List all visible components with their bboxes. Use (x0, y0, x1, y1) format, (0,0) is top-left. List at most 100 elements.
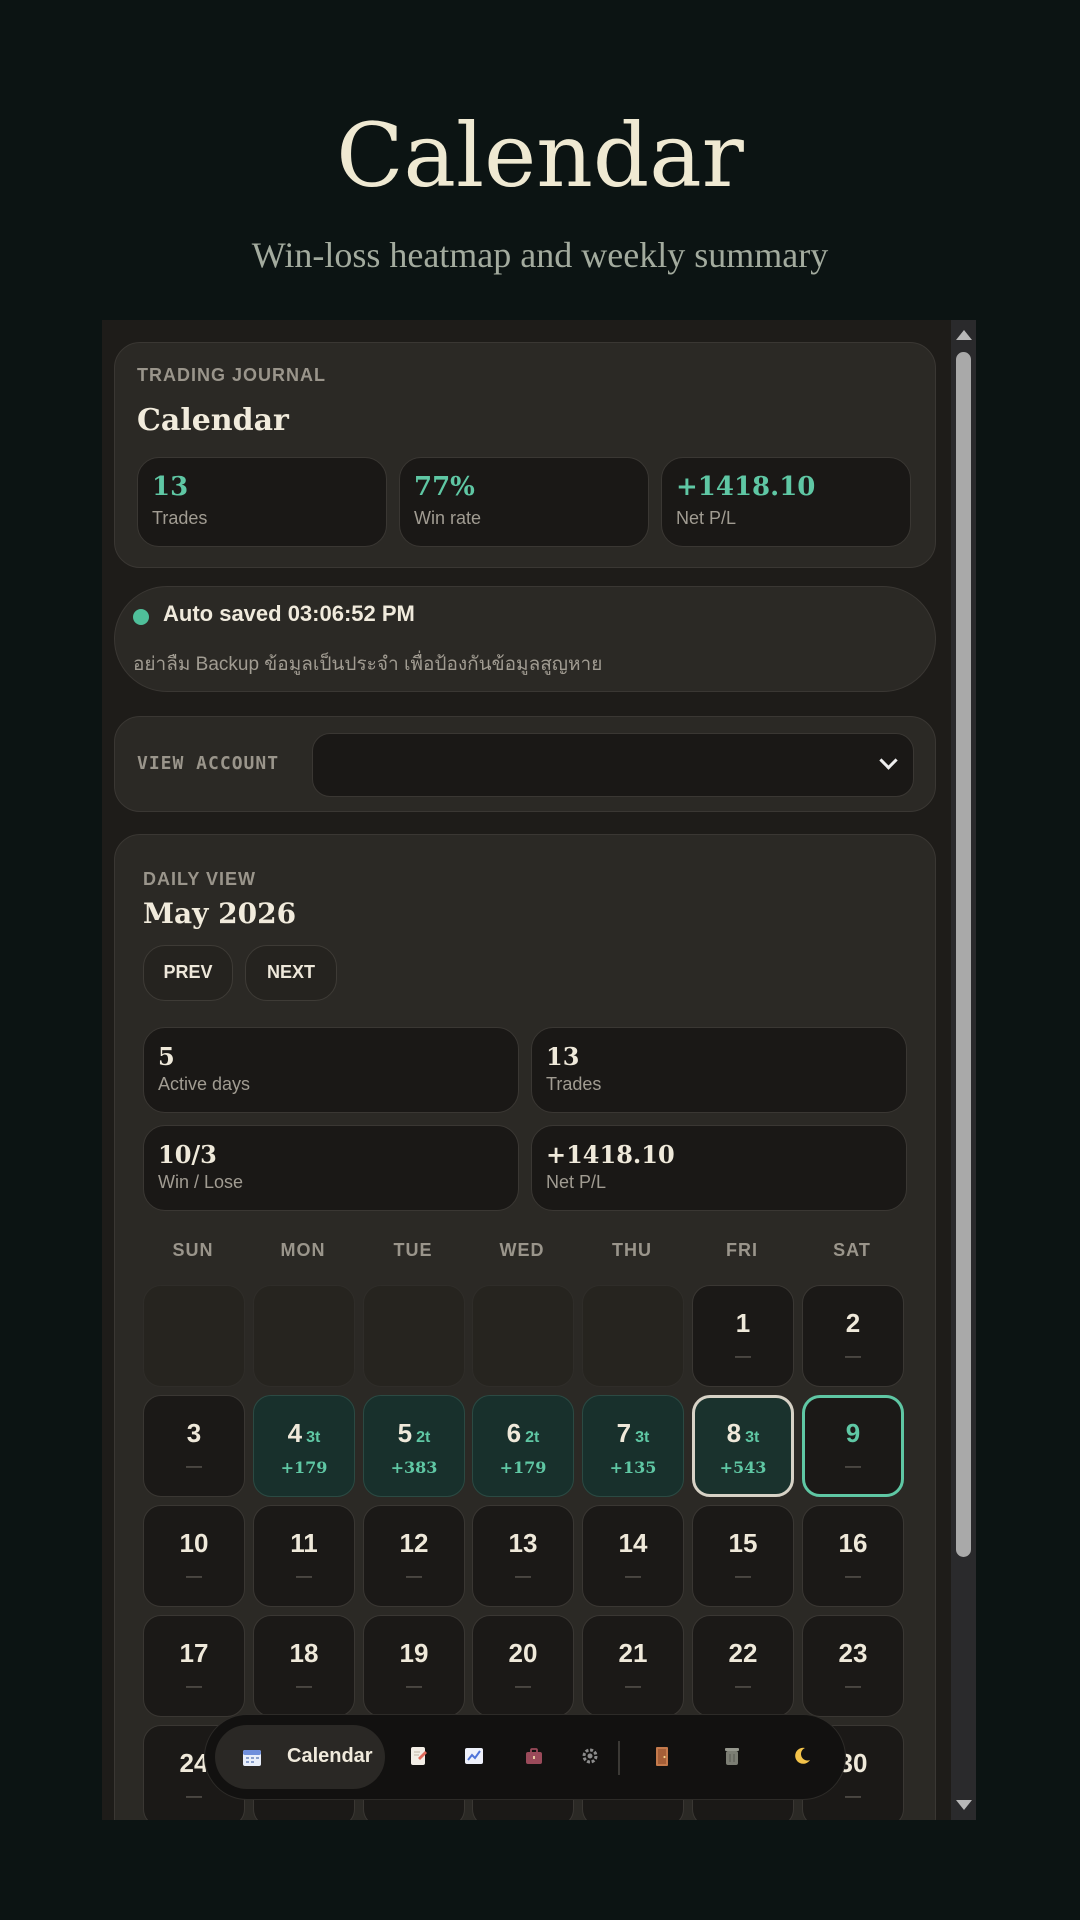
next-button[interactable]: NEXT (245, 945, 337, 1001)
stat-win-rate-value: 77% (414, 472, 475, 502)
summary-trades: 13 Trades (531, 1027, 907, 1113)
calendar-empty-cell (143, 1285, 245, 1387)
day-cell-22[interactable]: 22 — (692, 1615, 794, 1717)
moon-icon[interactable] (791, 1745, 813, 1767)
day-pl: — (296, 1678, 312, 1695)
dock-divider (618, 1741, 620, 1775)
day-cell-19[interactable]: 19 — (363, 1615, 465, 1717)
briefcase-icon[interactable] (523, 1745, 545, 1767)
page-subtitle: Win-loss heatmap and weekly summary (251, 235, 829, 275)
day-number: 18 (289, 1638, 319, 1668)
notes-icon[interactable] (407, 1745, 429, 1767)
day-trade-count: 2t (416, 1429, 431, 1446)
autosave-card: Auto saved 03:06:52 PM อย่าลืม Backup ข้… (114, 586, 936, 692)
page-title: Calendar (336, 104, 744, 207)
day-pl: — (515, 1678, 531, 1695)
scrollbar-thumb[interactable] (956, 352, 971, 1557)
stat-trades-label: Trades (152, 508, 208, 528)
day-trade-count: 3t (306, 1429, 321, 1446)
day-number: 4 (287, 1418, 303, 1448)
weekday-mon: MON (280, 1240, 326, 1260)
day-cell-3[interactable]: 3 — (143, 1395, 245, 1497)
journal-eyebrow: TRADING JOURNAL (137, 365, 326, 385)
day-pl: — (406, 1678, 422, 1695)
day-number: 15 (728, 1528, 758, 1558)
day-number: 23 (838, 1638, 868, 1668)
day-number: 17 (179, 1638, 209, 1668)
backup-reminder: อย่าลืม Backup ข้อมูลเป็นประจำ เพื่อป้อง… (133, 654, 603, 675)
account-select[interactable] (312, 733, 914, 797)
day-cell-10[interactable]: 10 — (143, 1505, 245, 1607)
day-cell-1[interactable]: 1 — (692, 1285, 794, 1387)
day-cell-15[interactable]: 15 — (692, 1505, 794, 1607)
summary-win-lose: 10/3 Win / Lose (143, 1125, 519, 1211)
gear-icon[interactable] (579, 1745, 601, 1767)
day-cell-4[interactable]: 4 3t +179 (253, 1395, 355, 1497)
day-number: 11 (290, 1528, 318, 1558)
day-number: 3 (186, 1418, 202, 1448)
summary-net-pl: +1418.10 Net P/L (531, 1125, 907, 1211)
journal-title: Calendar (137, 403, 289, 438)
summary-active-days-label: Active days (158, 1074, 251, 1094)
day-cell-5[interactable]: 5 2t +383 (363, 1395, 465, 1497)
calendar-empty-cell (472, 1285, 574, 1387)
day-trade-count: 2t (525, 1429, 540, 1446)
day-cell-21[interactable]: 21 — (582, 1615, 684, 1717)
weekday-fri: FRI (726, 1240, 758, 1260)
daily-view-card: DAILY VIEW May 2026 PREV NEXT 5 Active d… (114, 834, 936, 1820)
day-cell-7[interactable]: 7 3t +135 (582, 1395, 684, 1497)
day-pl: — (735, 1348, 751, 1365)
chart-icon[interactable] (463, 1745, 485, 1767)
day-cell-17[interactable]: 17 — (143, 1615, 245, 1717)
day-number: 8 (726, 1418, 742, 1448)
bottom-dock: Calendar (204, 1714, 846, 1800)
day-cell-8[interactable]: 8 3t +543 (692, 1395, 794, 1497)
day-number: 13 (508, 1528, 538, 1558)
day-pl: — (845, 1458, 861, 1475)
summary-win-lose-value: 10/3 (158, 1140, 217, 1169)
door-icon[interactable] (651, 1745, 673, 1767)
journal-card: TRADING JOURNAL Calendar 13 Trades 77% W… (114, 342, 936, 568)
day-pl: — (625, 1678, 641, 1695)
day-number: 12 (399, 1528, 429, 1558)
day-pl: — (735, 1568, 751, 1585)
day-cell-2[interactable]: 2 — (802, 1285, 904, 1387)
month-title: May 2026 (143, 897, 297, 930)
day-number: 22 (728, 1638, 758, 1668)
day-number: 16 (838, 1528, 868, 1558)
dock-calendar-button[interactable]: Calendar (215, 1725, 385, 1789)
summary-net-pl-value: +1418.10 (546, 1140, 675, 1169)
day-pl: +179 (280, 1458, 328, 1477)
day-cell-12[interactable]: 12 — (363, 1505, 465, 1607)
day-cell-14[interactable]: 14 — (582, 1505, 684, 1607)
day-cell-9[interactable]: 9 — (802, 1395, 904, 1497)
stat-net-pl: +1418.10 Net P/L (661, 457, 911, 547)
day-cell-18[interactable]: 18 — (253, 1615, 355, 1717)
chevron-down-icon (879, 751, 898, 770)
day-cell-23[interactable]: 23 — (802, 1615, 904, 1717)
calendar-empty-cell (253, 1285, 355, 1387)
prev-button[interactable]: PREV (143, 945, 233, 1001)
summary-win-lose-label: Win / Lose (158, 1172, 244, 1192)
day-pl: — (625, 1568, 641, 1585)
stat-net-pl-value: +1418.10 (676, 472, 816, 502)
day-number: 7 (616, 1418, 632, 1448)
dock-active-label: Calendar (287, 1745, 373, 1767)
day-trade-count: 3t (745, 1429, 760, 1446)
day-cell-20[interactable]: 20 — (472, 1615, 574, 1717)
daily-view-eyebrow: DAILY VIEW (143, 869, 257, 889)
day-cell-11[interactable]: 11 — (253, 1505, 355, 1607)
view-account-card: VIEW ACCOUNT (114, 716, 936, 812)
autosave-status: Auto saved 03:06:52 PM (163, 601, 415, 626)
trash-icon[interactable] (721, 1745, 743, 1767)
scroll-up-arrow-icon[interactable] (956, 330, 972, 340)
day-cell-6[interactable]: 6 2t +179 (472, 1395, 574, 1497)
scrollbar[interactable] (951, 320, 976, 1820)
day-pl: — (735, 1678, 751, 1695)
day-cell-16[interactable]: 16 — (802, 1505, 904, 1607)
day-cell-13[interactable]: 13 — (472, 1505, 574, 1607)
day-number: 1 (735, 1308, 751, 1338)
summary-trades-label: Trades (546, 1074, 602, 1094)
scroll-down-arrow-icon[interactable] (956, 1800, 972, 1810)
stat-win-rate-label: Win rate (414, 508, 482, 528)
